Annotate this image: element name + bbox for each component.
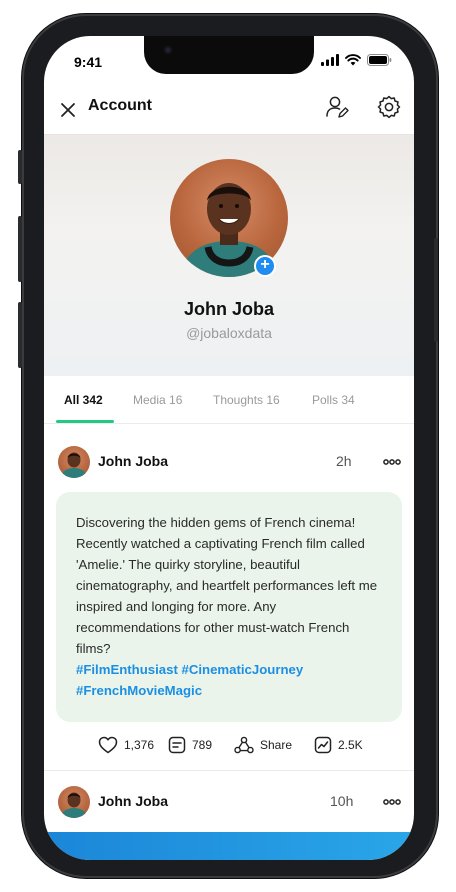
phone-volume-down	[18, 302, 22, 368]
avatar[interactable]	[58, 786, 90, 818]
more-options-icon[interactable]	[382, 452, 402, 472]
active-tab-indicator	[56, 420, 114, 423]
close-icon[interactable]	[58, 100, 78, 120]
post-timestamp: 2h	[336, 453, 352, 469]
phone-mute-switch	[18, 150, 22, 184]
post-author[interactable]: John Joba	[98, 453, 168, 469]
status-time: 9:41	[74, 54, 103, 70]
views-button[interactable]: 2.5K	[314, 736, 363, 754]
post-author[interactable]: John Joba	[98, 793, 168, 809]
avatar-illustration	[60, 792, 88, 818]
page-title: Account	[88, 97, 152, 114]
view-count: 2.5K	[338, 738, 363, 752]
cellular-signal-icon	[321, 54, 339, 66]
content-tabs: All 342 Media 16 Thoughts 16 Polls 34	[44, 376, 414, 424]
share-label: Share	[260, 738, 293, 752]
share-button[interactable]: Share	[234, 736, 292, 754]
like-count: 1,376	[124, 738, 155, 752]
post-actions: 1,376 789 Share 2.5K	[44, 734, 414, 760]
phone-volume-up	[18, 216, 22, 282]
post-content[interactable]: Discovering the hidden gems of French ci…	[56, 492, 402, 722]
analytics-icon	[314, 736, 332, 754]
settings-gear-icon[interactable]	[376, 94, 402, 120]
tab-polls[interactable]: Polls 34	[312, 393, 355, 407]
heart-icon	[98, 736, 118, 754]
share-icon	[234, 736, 254, 754]
wifi-icon	[345, 54, 361, 66]
comment-button[interactable]: 789	[168, 736, 212, 754]
next-post-media-preview[interactable]	[44, 832, 414, 860]
phone-power-button	[434, 238, 438, 342]
avatar-illustration	[60, 452, 88, 478]
comment-icon	[168, 736, 186, 754]
status-icons	[321, 54, 392, 66]
post-text: Discovering the hidden gems of French ci…	[76, 515, 378, 656]
tab-thoughts[interactable]: Thoughts 16	[213, 393, 280, 407]
comment-count: 789	[192, 738, 213, 752]
profile-handle: @jobaloxdata	[186, 325, 272, 341]
app-header: Account	[44, 88, 414, 136]
avatar[interactable]	[58, 446, 90, 478]
dynamic-island	[144, 36, 314, 74]
post-header: John Joba 10h	[44, 786, 414, 826]
camera-icon	[164, 46, 172, 54]
like-button[interactable]: 1,376	[98, 736, 154, 754]
add-profile-photo-button[interactable]: +	[254, 255, 276, 277]
battery-icon	[367, 54, 392, 66]
profile-name: John Joba	[183, 299, 274, 319]
profile-header: + John Joba @jobaloxdata	[44, 134, 414, 376]
edit-profile-icon[interactable]	[324, 94, 350, 120]
tab-media[interactable]: Media 16	[133, 393, 182, 407]
tab-all[interactable]: All 342	[64, 393, 103, 407]
post-header: John Joba 2h	[44, 446, 414, 486]
post-hashtags[interactable]: #FilmEnthusiast #CinematicJourney #Frenc…	[76, 659, 384, 701]
app-screen: 9:41 Account + John Joba @jobaloxdata Al…	[44, 36, 414, 860]
more-options-icon[interactable]	[382, 792, 402, 812]
post-divider	[44, 770, 414, 771]
post-timestamp: 10h	[330, 793, 354, 809]
